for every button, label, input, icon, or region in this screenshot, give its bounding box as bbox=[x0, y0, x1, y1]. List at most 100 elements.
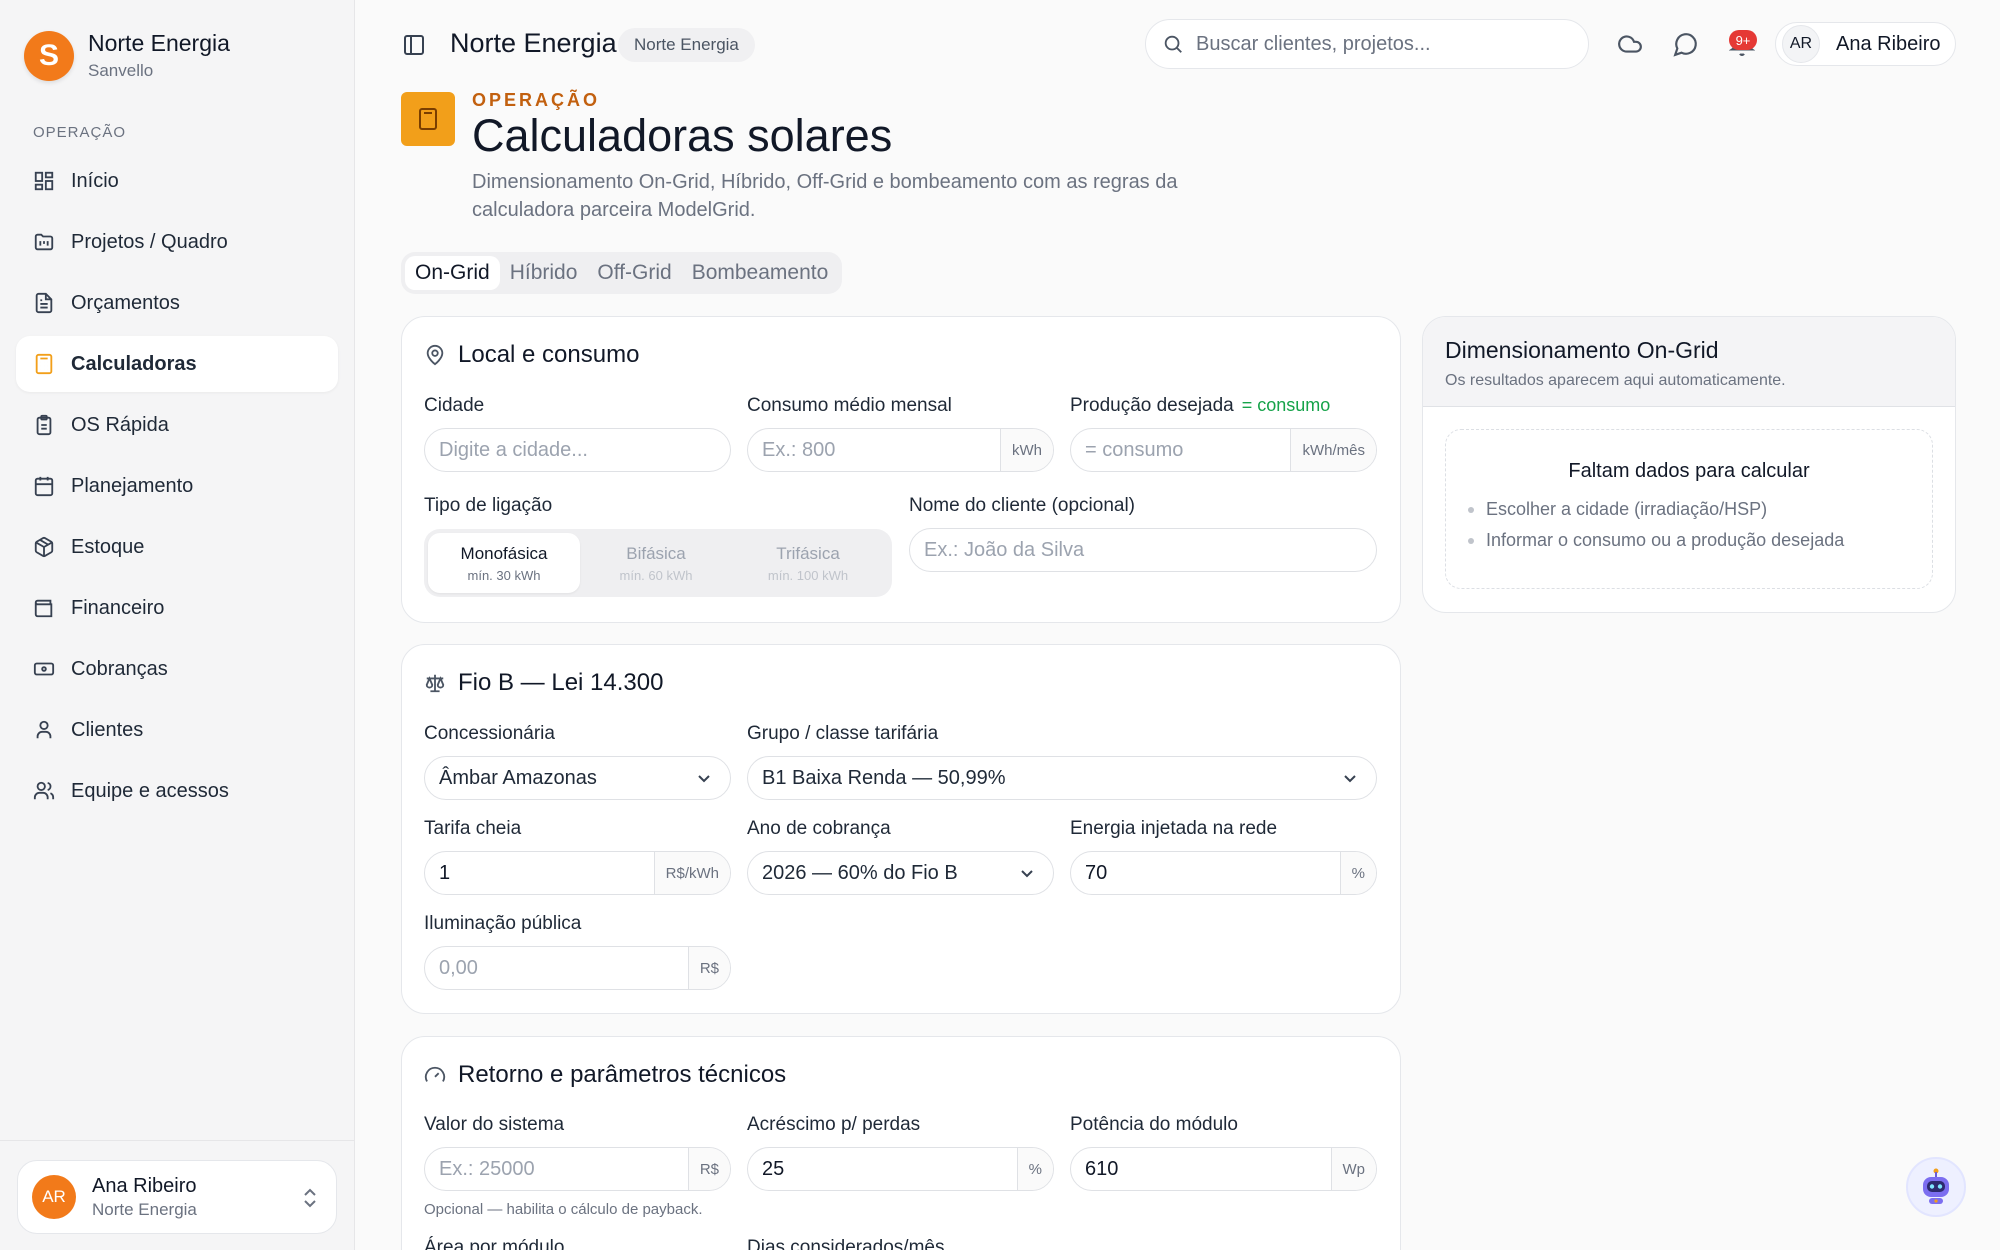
gauge-icon bbox=[424, 1066, 446, 1082]
nav-section-label: OPERAÇÃO bbox=[33, 124, 127, 141]
sidebar-item-os-rapida[interactable]: OS Rápida bbox=[16, 397, 338, 453]
search-bar[interactable] bbox=[1145, 19, 1589, 69]
sidebar-nav: Início Projetos / Quadro Orçamentos Calc… bbox=[16, 153, 338, 824]
notification-badge: 9+ bbox=[1729, 30, 1757, 50]
unit-label: % bbox=[1339, 852, 1376, 894]
org-badge: Norte Energia bbox=[618, 28, 755, 62]
cidade-field[interactable] bbox=[424, 428, 731, 472]
option-sub: mín. 30 kWh bbox=[467, 567, 541, 583]
potencia-field[interactable]: Wp bbox=[1070, 1147, 1377, 1191]
sidebar-item-planejamento[interactable]: Planejamento bbox=[16, 458, 338, 514]
user-switcher[interactable]: AR Ana Ribeiro Norte Energia bbox=[17, 1160, 337, 1234]
grupo-select[interactable]: B1 Baixa Renda — 50,99% bbox=[747, 756, 1377, 800]
injetada-label: Energia injetada na rede bbox=[1070, 818, 1278, 839]
brand-subtitle: Sanvello bbox=[88, 61, 154, 80]
concessionaria-label: Concessionária bbox=[424, 723, 555, 744]
sidebar-toggle-icon[interactable] bbox=[402, 33, 426, 57]
search-icon bbox=[1164, 35, 1182, 53]
valor-label: Valor do sistema bbox=[424, 1114, 565, 1135]
concessionaria-select[interactable]: Âmbar Amazonas bbox=[424, 756, 731, 800]
iluminacao-input[interactable] bbox=[425, 956, 688, 980]
card-title-text: Retorno e parâmetros técnicos bbox=[458, 1061, 787, 1088]
tarifa-field[interactable]: R$/kWh bbox=[424, 851, 731, 895]
ligacao-option-monofasica[interactable]: Monofásica mín. 30 kWh bbox=[428, 533, 580, 593]
potencia-input[interactable] bbox=[1071, 1157, 1331, 1181]
sidebar-item-estoque[interactable]: Estoque bbox=[16, 519, 338, 575]
user-org: Norte Energia bbox=[92, 1199, 197, 1219]
injetada-input[interactable] bbox=[1071, 861, 1340, 885]
kanban-icon bbox=[33, 231, 55, 253]
search-input[interactable] bbox=[1196, 32, 1566, 56]
page-title: Calculadoras solares bbox=[472, 110, 893, 161]
brand-logo: S bbox=[24, 30, 74, 81]
consumo-label: Consumo médio mensal bbox=[747, 395, 952, 416]
sidebar-item-financeiro[interactable]: Financeiro bbox=[16, 580, 338, 636]
producao-field[interactable]: kWh/mês bbox=[1070, 428, 1377, 472]
list-item: Escolher a cidade (irradiação/HSP) bbox=[1468, 499, 1932, 520]
sidebar-item-clientes[interactable]: Clientes bbox=[16, 702, 338, 758]
profile-name: Ana Ribeiro bbox=[1836, 32, 1941, 55]
profile-menu[interactable]: AR Ana Ribeiro bbox=[1775, 22, 1956, 66]
grid-icon bbox=[33, 170, 55, 192]
map-pin-icon bbox=[426, 344, 444, 366]
valor-input[interactable] bbox=[425, 1157, 688, 1181]
producao-note: = consumo bbox=[1241, 395, 1331, 415]
tab-bombeamento[interactable]: Bombeamento bbox=[682, 256, 839, 290]
sidebar-item-projetos[interactable]: Projetos / Quadro bbox=[16, 214, 338, 270]
card-title-text: Fio B — Lei 14.300 bbox=[458, 669, 664, 696]
option-label: Monofásica bbox=[460, 543, 548, 563]
sidebar-item-label: Orçamentos bbox=[71, 291, 180, 314]
sidebar-item-inicio[interactable]: Início bbox=[16, 153, 338, 209]
top-title: Norte Energia bbox=[450, 28, 617, 58]
sidebar-item-equipe[interactable]: Equipe e acessos bbox=[16, 763, 338, 819]
cidade-label: Cidade bbox=[424, 395, 485, 416]
tab-on-grid[interactable]: On-Grid bbox=[405, 256, 500, 290]
avatar: AR bbox=[1782, 25, 1820, 63]
select-value: Âmbar Amazonas bbox=[439, 766, 597, 789]
user-name: Ana Ribeiro bbox=[92, 1174, 197, 1197]
ligacao-option-trifasica[interactable]: Trifásica mín. 100 kWh bbox=[732, 533, 884, 593]
sidebar-item-label: Clientes bbox=[71, 718, 144, 741]
cliente-field[interactable] bbox=[909, 528, 1377, 572]
cliente-input[interactable] bbox=[910, 538, 1376, 562]
option-sub: mín. 60 kWh bbox=[619, 567, 693, 583]
sidebar-item-calculadoras[interactable]: Calculadoras bbox=[16, 336, 338, 392]
page-calculator-icon bbox=[401, 92, 455, 146]
valor-field[interactable]: R$ bbox=[424, 1147, 731, 1191]
package-icon bbox=[33, 536, 55, 558]
consumo-field[interactable]: kWh bbox=[747, 428, 1054, 472]
brand[interactable]: S Norte Energia Sanvello bbox=[24, 30, 230, 81]
user-icon bbox=[33, 719, 55, 741]
result-title: Dimensionamento On-Grid bbox=[1445, 337, 1719, 363]
sidebar-item-orcamentos[interactable]: Orçamentos bbox=[16, 275, 338, 331]
card-title: Fio B — Lei 14.300 bbox=[424, 669, 663, 697]
cidade-input[interactable] bbox=[425, 438, 730, 462]
tab-hibrido[interactable]: Híbrido bbox=[500, 256, 588, 290]
scale-icon bbox=[425, 674, 445, 693]
cloud-icon[interactable] bbox=[1617, 31, 1643, 57]
iluminacao-field[interactable]: R$ bbox=[424, 946, 731, 990]
ano-select[interactable]: 2026 — 60% do Fio B bbox=[747, 851, 1054, 895]
sidebar-item-cobrancas[interactable]: Cobranças bbox=[16, 641, 338, 697]
chat-icon[interactable] bbox=[1673, 31, 1699, 57]
local-consumo-card: Local e consumo Cidade Consumo médio men… bbox=[401, 316, 1401, 623]
perdas-field[interactable]: % bbox=[747, 1147, 1054, 1191]
ligacao-option-bifasica[interactable]: Bifásica mín. 60 kWh bbox=[580, 533, 732, 593]
perdas-input[interactable] bbox=[748, 1157, 1017, 1181]
consumo-input[interactable] bbox=[748, 438, 1000, 462]
unit-label: % bbox=[1016, 1148, 1053, 1190]
injetada-field[interactable]: % bbox=[1070, 851, 1377, 895]
sidebar-item-label: Planejamento bbox=[71, 474, 194, 497]
tab-off-grid[interactable]: Off-Grid bbox=[587, 256, 681, 290]
avatar: AR bbox=[32, 1175, 76, 1219]
sidebar-divider bbox=[0, 1140, 355, 1141]
wallet-icon bbox=[33, 597, 55, 619]
tarifa-input[interactable] bbox=[425, 861, 654, 885]
brand-name: Norte Energia bbox=[88, 30, 230, 56]
select-value: B1 Baixa Renda — 50,99% bbox=[762, 766, 1006, 789]
assistant-bot-button[interactable] bbox=[1906, 1157, 1966, 1217]
calculator-tabs: On-Grid Híbrido Off-Grid Bombeamento bbox=[401, 252, 843, 294]
producao-input[interactable] bbox=[1071, 438, 1291, 462]
cliente-label: Nome do cliente (opcional) bbox=[909, 495, 1136, 516]
chevron-down-icon bbox=[698, 775, 710, 783]
